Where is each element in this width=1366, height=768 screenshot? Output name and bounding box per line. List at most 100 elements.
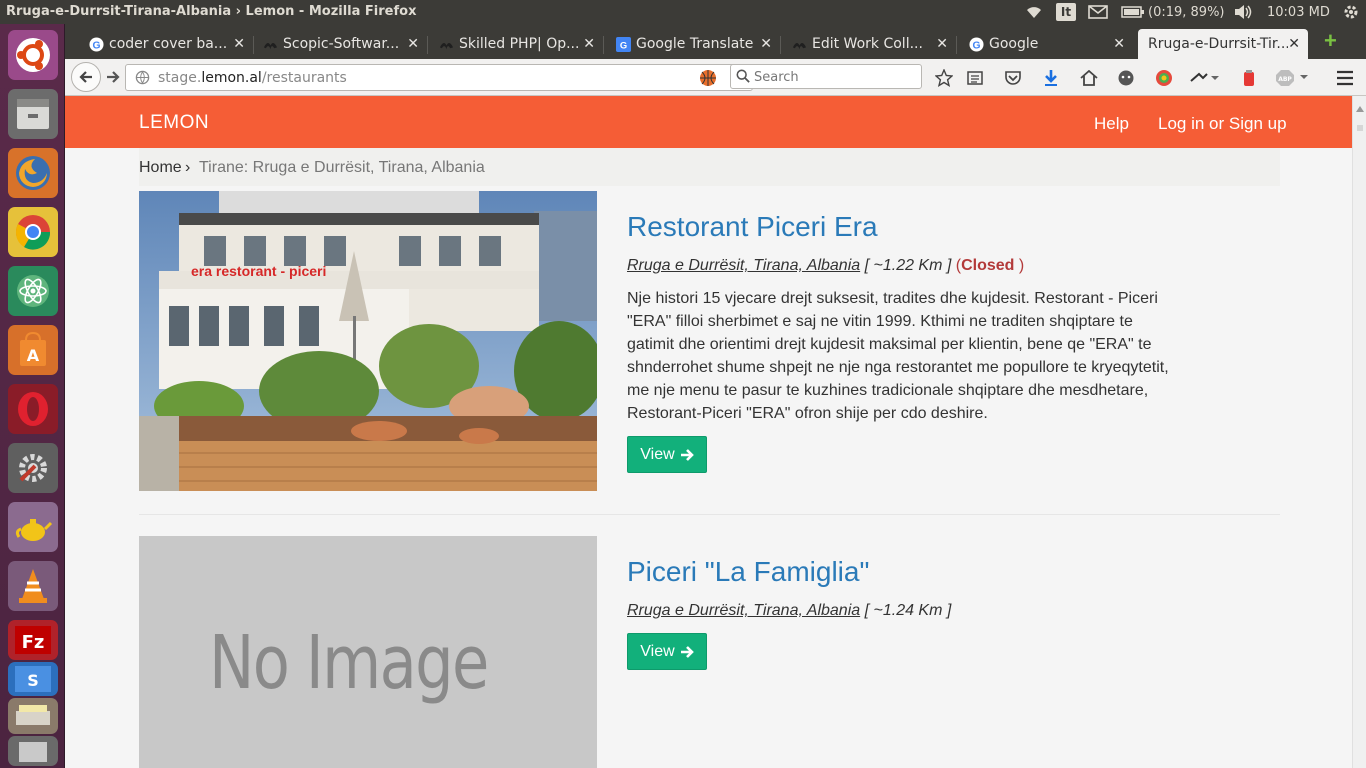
basketball-extension-icon[interactable]	[698, 68, 718, 88]
forward-button[interactable]	[103, 67, 123, 87]
battery-status: (0:19, 89%)	[1148, 4, 1225, 20]
browser-tab[interactable]: Skilled PHP| Op... ✕	[435, 29, 603, 59]
ubuntu-dash-icon[interactable]	[8, 30, 58, 80]
menu-icon[interactable]	[1335, 68, 1355, 88]
clock[interactable]: 10:03 MD	[1267, 3, 1330, 21]
restaurant-address-link[interactable]: Rruga e Durrësit, Tirana, Albania	[627, 602, 860, 619]
google-icon: G	[89, 37, 104, 52]
login-signup-link[interactable]: Log in or Sign up	[1158, 114, 1287, 134]
home-icon[interactable]	[1079, 68, 1099, 88]
sublime-icon[interactable]: S	[8, 662, 58, 696]
view-restaurant-button[interactable]: View	[627, 436, 707, 473]
browser-tab[interactable]: G Google ✕	[965, 29, 1133, 59]
close-tab-icon[interactable]: ✕	[936, 36, 948, 52]
system-top-panel: Rruga-e-Durrsit-Tirana-Albania › Lemon -…	[0, 0, 1366, 24]
restaurant-card: No Image Piceri "La Famiglia" Rruga e Du…	[139, 536, 1280, 768]
svg-text:S: S	[27, 671, 39, 690]
search-icon	[736, 69, 750, 87]
svg-text:ABP: ABP	[1278, 76, 1292, 83]
tab-separator	[956, 36, 957, 54]
url-bar[interactable]: stage.lemon.al/restaurants	[125, 64, 753, 91]
software-center-icon[interactable]: A	[8, 325, 58, 375]
developer-extension-icon[interactable]	[1187, 68, 1221, 88]
close-tab-icon[interactable]: ✕	[1113, 36, 1125, 52]
window-title: Rruga-e-Durrsit-Tirana-Albania › Lemon -…	[6, 4, 417, 19]
page-scrollbar[interactable]	[1352, 96, 1366, 768]
pocket-icon[interactable]	[1003, 68, 1023, 88]
wifi-icon[interactable]	[1024, 3, 1044, 21]
svg-text:era restorant - piceri: era restorant - piceri	[191, 263, 326, 279]
search-input[interactable]: Search	[730, 64, 922, 89]
breadcrumb: Home › Tirane: Rruga e Durrësit, Tirana,…	[139, 148, 1280, 186]
restaurant-address-link[interactable]: Rruga e Durrësit, Tirana, Albania	[627, 257, 860, 274]
mail-icon[interactable]	[1088, 3, 1108, 21]
firefox-icon[interactable]	[8, 148, 58, 198]
opera-icon[interactable]	[8, 384, 58, 434]
restaurant-address: Rruga e Durrësit, Tirana, Albania [ ~1.2…	[627, 602, 951, 620]
restaurant-title-link[interactable]: Piceri "La Famiglia"	[627, 556, 869, 588]
downloads-icon[interactable]	[1041, 68, 1061, 88]
breadcrumb-current: Tirane: Rruga e Durrësit, Tirana, Albani…	[199, 159, 485, 176]
battery-icon[interactable]	[1121, 3, 1145, 21]
volume-icon[interactable]	[1233, 3, 1253, 21]
help-link[interactable]: Help	[1094, 114, 1129, 134]
close-tab-icon[interactable]: ✕	[407, 36, 419, 52]
colorpicker-extension-icon[interactable]	[1154, 68, 1174, 88]
trash-icon[interactable]	[8, 736, 58, 766]
restaurant-title-link[interactable]: Restorant Piceri Era	[627, 211, 878, 243]
chrome-icon[interactable]	[8, 207, 58, 257]
browser-tab[interactable]: Scopic-Softwar... ✕	[259, 29, 427, 59]
browser-tab[interactable]: Edit Work Coll... ✕	[788, 29, 956, 59]
red-extension-icon[interactable]	[1239, 68, 1259, 88]
close-tab-icon[interactable]: ✕	[583, 36, 595, 52]
scroll-up-icon[interactable]	[1356, 99, 1364, 117]
svg-text:G: G	[92, 40, 100, 51]
restaurant-photo-placeholder[interactable]: No Image	[139, 536, 597, 768]
atom-icon[interactable]	[8, 266, 58, 316]
chat-extension-icon[interactable]	[1116, 68, 1136, 88]
url-text: stage.lemon.al/restaurants	[158, 70, 347, 86]
status-badge: Closed	[961, 257, 1015, 274]
view-restaurant-button[interactable]: View	[627, 633, 707, 670]
upwork-icon	[263, 37, 278, 52]
browser-tab[interactable]: G Google Translate ✕	[612, 29, 780, 59]
bookmarks-menu-icon[interactable]	[965, 68, 985, 88]
system-settings-icon[interactable]	[8, 443, 58, 493]
tab-separator	[427, 36, 428, 54]
browser-navigation-bar: stage.lemon.al/restaurants Search ABP	[65, 59, 1366, 96]
gear-icon[interactable]	[1343, 3, 1359, 21]
vlc-icon[interactable]	[8, 561, 58, 611]
scanner-icon[interactable]	[8, 698, 58, 734]
new-tab-button[interactable]: +	[1324, 30, 1337, 52]
browser-tab[interactable]: G coder cover ba... ✕	[85, 29, 253, 59]
site-brand-link[interactable]: LEMON	[139, 112, 209, 134]
filezilla-icon[interactable]: Fz	[8, 620, 58, 660]
breadcrumb-separator: ›	[185, 159, 191, 176]
scrollbar-thumb[interactable]	[1356, 118, 1364, 138]
restaurant-description: Nje histori 15 vjecare drejt suksesit, t…	[627, 290, 1169, 422]
tab-separator	[780, 36, 781, 54]
adblock-icon[interactable]: ABP	[1275, 68, 1311, 88]
close-tab-icon[interactable]: ✕	[1288, 36, 1300, 52]
tab-separator	[253, 36, 254, 54]
forward-arrow-icon	[107, 71, 120, 83]
browser-tab-active[interactable]: Rruga-e-Durrsit-Tir... ✕	[1138, 29, 1308, 59]
bookmark-star-icon[interactable]	[934, 68, 954, 88]
teapot-icon[interactable]	[8, 502, 58, 552]
input-method-indicator[interactable]: It	[1056, 3, 1076, 21]
site-identity-icon[interactable]	[135, 70, 150, 89]
tab-separator	[603, 36, 604, 54]
restaurant-card: era restorant - piceri Restorant Piceri …	[139, 191, 1280, 491]
close-tab-icon[interactable]: ✕	[233, 36, 245, 52]
unity-launcher: A Fz S	[0, 24, 65, 768]
era-sign: era restorant - piceri	[191, 263, 326, 279]
restaurant-distance: [ ~1.22 Km ]	[864, 257, 952, 274]
files-icon[interactable]	[8, 89, 58, 139]
restaurant-photo[interactable]: era restorant - piceri	[139, 191, 597, 491]
page-viewport: LEMON Help Log in or Sign up Home › Tira…	[65, 96, 1352, 768]
back-button[interactable]	[71, 62, 101, 92]
close-tab-icon[interactable]: ✕	[760, 36, 772, 52]
svg-text:G: G	[620, 40, 627, 50]
back-arrow-icon	[79, 71, 92, 83]
breadcrumb-home-link[interactable]: Home	[139, 159, 182, 177]
